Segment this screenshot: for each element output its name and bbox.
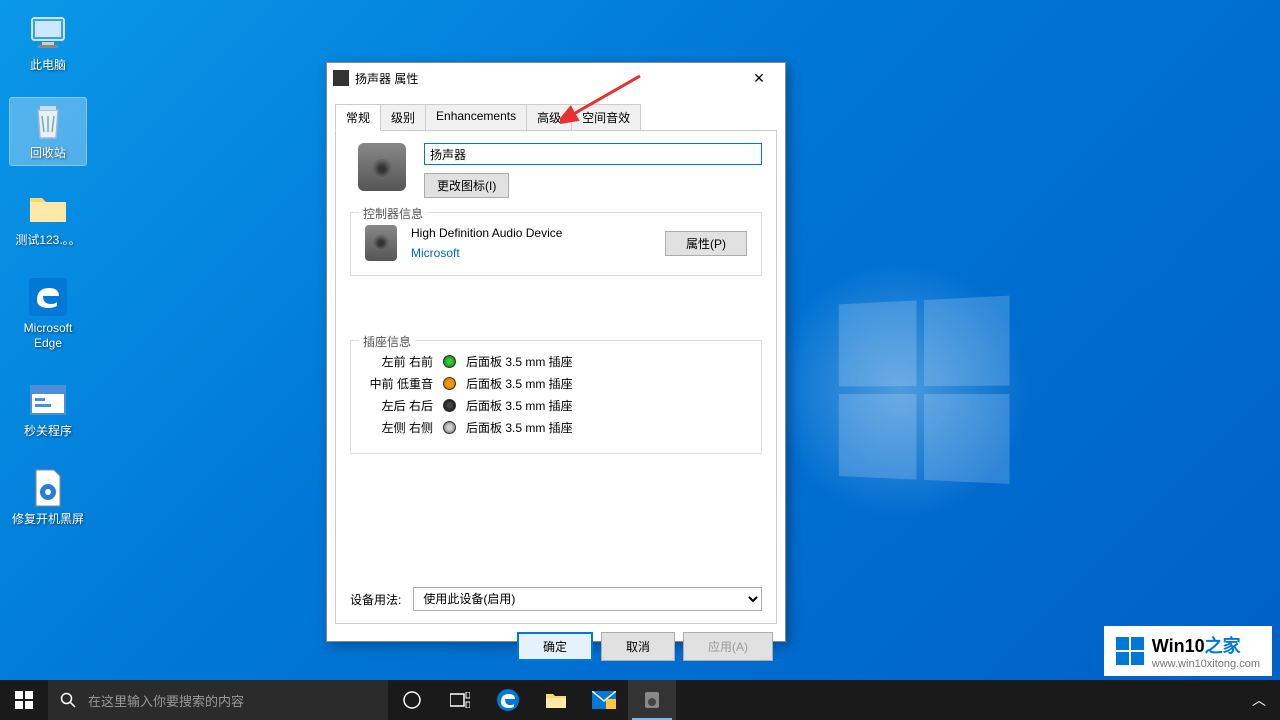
change-icon-button[interactable]: 更改图标(I) (424, 173, 509, 198)
jack-dot-icon (443, 399, 456, 412)
taskbar-sound-icon[interactable] (628, 680, 676, 720)
speaker-icon (358, 143, 406, 191)
taskbar-explorer-icon[interactable] (532, 680, 580, 720)
jack-dot-icon (443, 421, 456, 434)
desktop-icon-fix-blackscreen[interactable]: 修复开机黑屏 (10, 464, 86, 532)
tabs: 常规 级别 Enhancements 高级 空间音效 (335, 104, 773, 131)
taskbar-edge-icon[interactable] (484, 680, 532, 720)
windows-logo-icon (839, 295, 1020, 495)
jack-row: 左侧 右侧 后面板 3.5 mm 插座 (365, 419, 747, 436)
cancel-button[interactable]: 取消 (601, 632, 675, 661)
search-box[interactable]: 在这里输入你要搜索的内容 (48, 680, 388, 720)
tab-advanced[interactable]: 高级 (526, 104, 572, 131)
jack-info-group: 插座信息 左前 右前 后面板 3.5 mm 插座 中前 低重音 后面板 3.5 … (350, 340, 762, 454)
gear-file-icon (28, 468, 68, 508)
jack-row: 左后 右后 后面板 3.5 mm 插座 (365, 397, 747, 414)
start-button[interactable] (0, 680, 48, 720)
speaker-properties-dialog: 扬声器 属性 ✕ 常规 级别 Enhancements 高级 空间音效 更改图标… (326, 62, 786, 642)
desktop-icon-quick-close[interactable]: 秒关程序 (10, 376, 86, 444)
ok-button[interactable]: 确定 (517, 632, 593, 661)
titlebar[interactable]: 扬声器 属性 ✕ (327, 63, 785, 93)
usage-label: 设备用法: (350, 591, 401, 608)
system-tray: ︿ (1244, 680, 1280, 720)
desktop-icon-edge[interactable]: Microsoft Edge (10, 273, 86, 356)
usage-select[interactable]: 使用此设备(启用) (413, 587, 762, 611)
jack-dot-icon (443, 377, 456, 390)
jack-row: 左前 右前 后面板 3.5 mm 插座 (365, 353, 747, 370)
dialog-title: 扬声器 属性 (355, 70, 739, 87)
tab-general[interactable]: 常规 (335, 104, 381, 131)
close-button[interactable]: ✕ (739, 64, 779, 92)
folder-icon (28, 189, 68, 229)
win-logo-icon (1116, 637, 1144, 665)
cortana-icon[interactable] (388, 680, 436, 720)
desktop-icon-recycle-bin[interactable]: 回收站 (10, 98, 86, 166)
desktop-icons: 此电脑 回收站 测试123.。。 Microsoft Edge 秒关程序 修复开… (10, 10, 86, 531)
taskbar-mail-icon[interactable] (580, 680, 628, 720)
task-view-icon[interactable] (436, 680, 484, 720)
controller-icon (365, 225, 397, 261)
tab-levels[interactable]: 级别 (380, 104, 426, 131)
search-icon (60, 692, 76, 708)
jack-dot-icon (443, 355, 456, 368)
monitor-icon (28, 14, 68, 54)
device-name-input[interactable] (424, 143, 762, 165)
desktop-icon-this-pc[interactable]: 此电脑 (10, 10, 86, 78)
jack-row: 中前 低重音 后面板 3.5 mm 插座 (365, 375, 747, 392)
apply-button[interactable]: 应用(A) (683, 632, 773, 661)
watermark: Win10之家 www.win10xitong.com (1104, 626, 1272, 676)
tab-panel-general: 更改图标(I) 控制器信息 High Definition Audio Devi… (335, 130, 777, 624)
tray-chevron-icon[interactable]: ︿ (1244, 690, 1274, 710)
desktop-icon-folder-test[interactable]: 测试123.。。 (10, 185, 86, 253)
speaker-titlebar-icon (333, 70, 349, 86)
tab-enhancements[interactable]: Enhancements (425, 104, 527, 131)
properties-button[interactable]: 属性(P) (665, 231, 747, 256)
controller-info-group: 控制器信息 High Definition Audio Device Micro… (350, 212, 762, 276)
controller-vendor: Microsoft (411, 246, 651, 260)
controller-name: High Definition Audio Device (411, 226, 651, 240)
recycle-bin-icon (28, 102, 68, 142)
taskbar: 在这里输入你要搜索的内容 ︿ (0, 680, 1280, 720)
edge-icon (28, 277, 68, 317)
window-icon (28, 380, 68, 420)
tab-spatial[interactable]: 空间音效 (571, 104, 641, 131)
